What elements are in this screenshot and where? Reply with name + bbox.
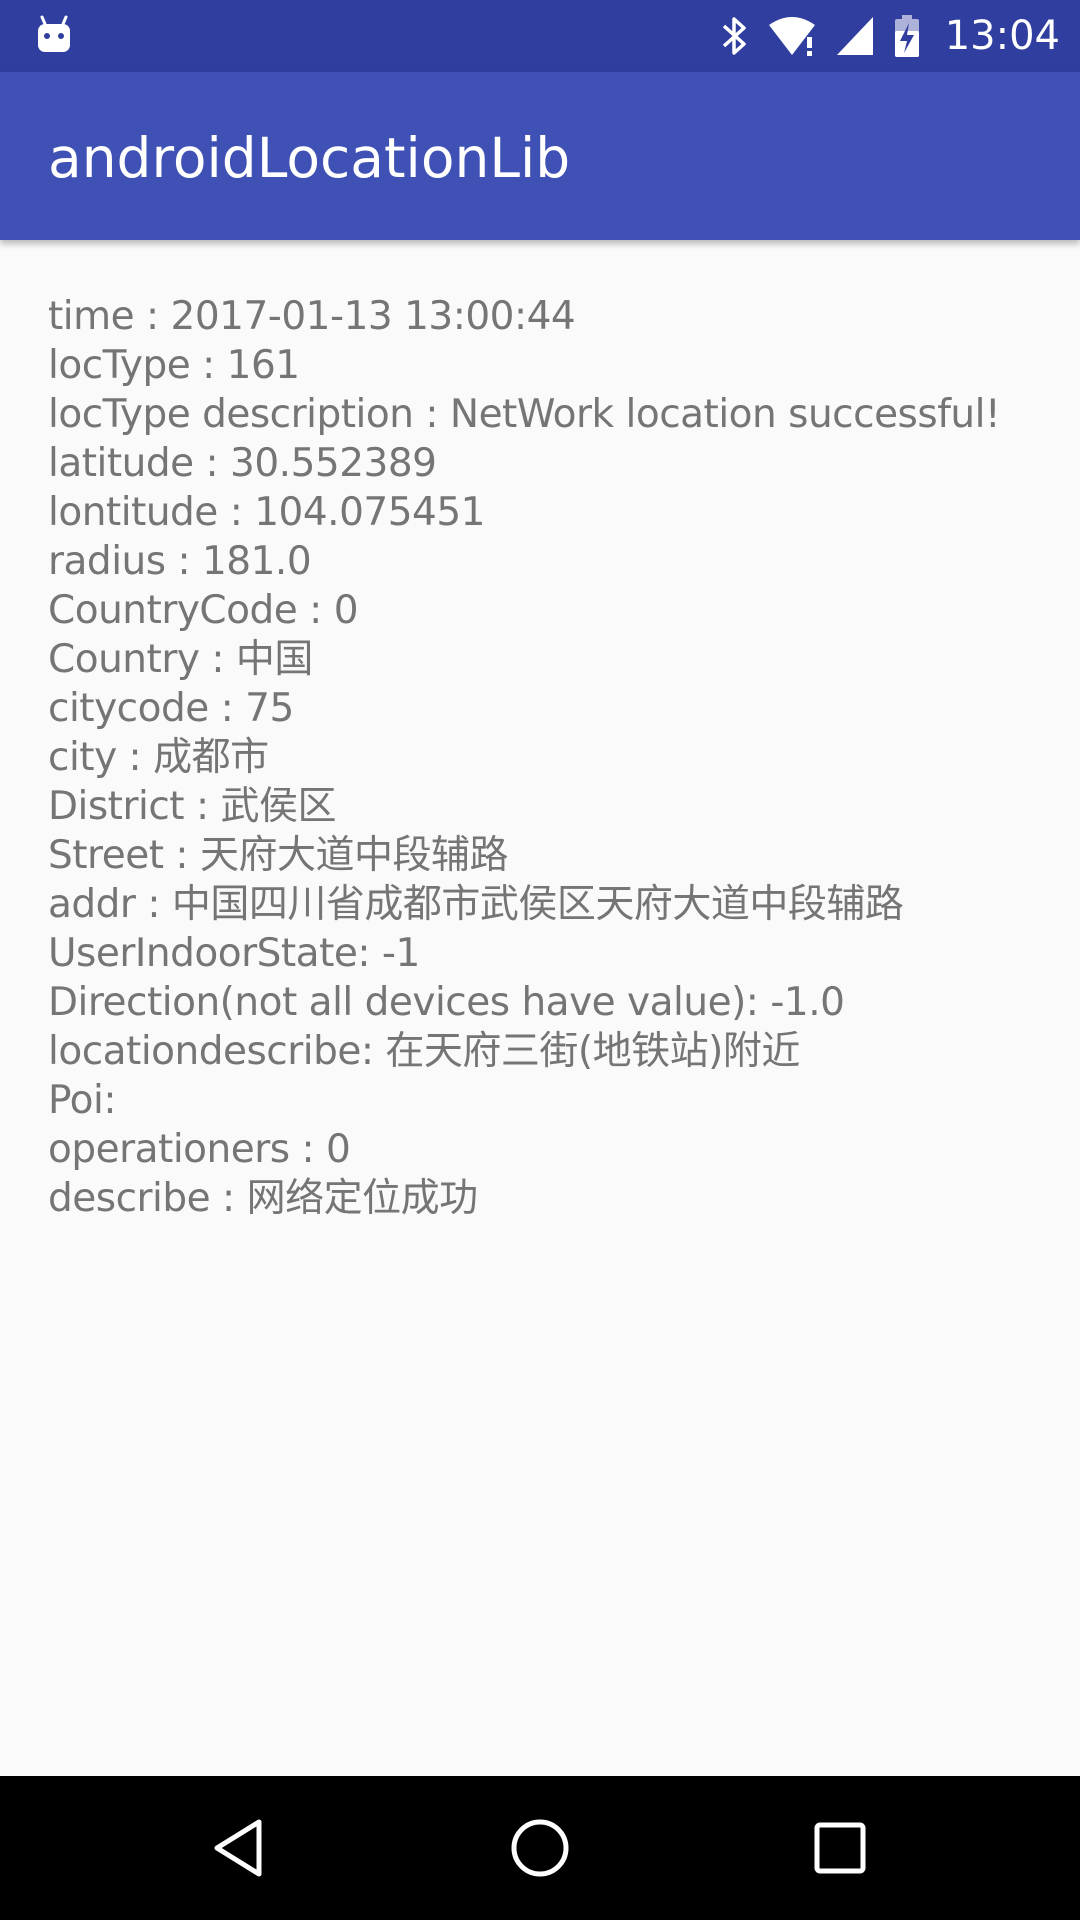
location-info-text: time : 2017-01-13 13:00:44 locType : 161… xyxy=(48,292,1048,1223)
app-bar: androidLocationLib xyxy=(0,72,1080,240)
info-line-loctype: locType : 161 xyxy=(48,343,300,388)
status-time: 13:04 xyxy=(944,13,1060,59)
info-line-street: Street : 天府大道中段辅路 xyxy=(48,833,508,878)
wifi-icon xyxy=(768,17,815,56)
info-line-poi: Poi: xyxy=(48,1078,116,1123)
info-line-longitude: lontitude : 104.075451 xyxy=(48,490,485,535)
info-line-operationers: operationers : 0 xyxy=(48,1127,351,1172)
info-line-citycode: citycode : 75 xyxy=(48,686,294,731)
app-title: androidLocationLib xyxy=(48,126,571,190)
info-line-district: District : 武侯区 xyxy=(48,784,337,829)
info-line-radius: radius : 181.0 xyxy=(48,539,312,584)
status-icons: 13:04 xyxy=(719,0,1060,72)
info-line-loctype-description: locType description : NetWork location s… xyxy=(48,392,1001,437)
info-line-latitude: latitude : 30.552389 xyxy=(48,441,437,486)
recents-icon[interactable] xyxy=(804,1812,876,1884)
info-line-country: Country : 中国 xyxy=(48,637,313,682)
back-icon[interactable] xyxy=(203,1812,275,1884)
info-line-describe: describe : 网络定位成功 xyxy=(48,1176,478,1221)
android-notification-icon xyxy=(38,15,70,52)
status-bar: 13:04 xyxy=(0,0,1080,72)
home-icon[interactable] xyxy=(504,1812,576,1884)
bluetooth-icon xyxy=(722,17,746,55)
info-line-address: addr : 中国四川省成都市武侯区天府大道中段辅路 xyxy=(48,882,904,927)
info-line-city: city : 成都市 xyxy=(48,735,269,780)
info-line-direction: Direction(not all devices have value): -… xyxy=(48,980,845,1025)
info-line-location-describe: locationdescribe: 在天府三街(地铁站)附近 xyxy=(48,1029,800,1074)
info-line-country-code: CountryCode : 0 xyxy=(48,588,359,633)
info-line-user-indoor-state: UserIndoorState: -1 xyxy=(48,931,420,976)
info-line-time: time : 2017-01-13 13:00:44 xyxy=(48,294,576,339)
screen: 13:04 androidLocationLib time : 2017-01-… xyxy=(0,0,1080,1920)
cellular-signal-icon xyxy=(836,17,873,55)
navigation-bar xyxy=(0,1776,1080,1920)
battery-charging-icon xyxy=(894,15,919,57)
